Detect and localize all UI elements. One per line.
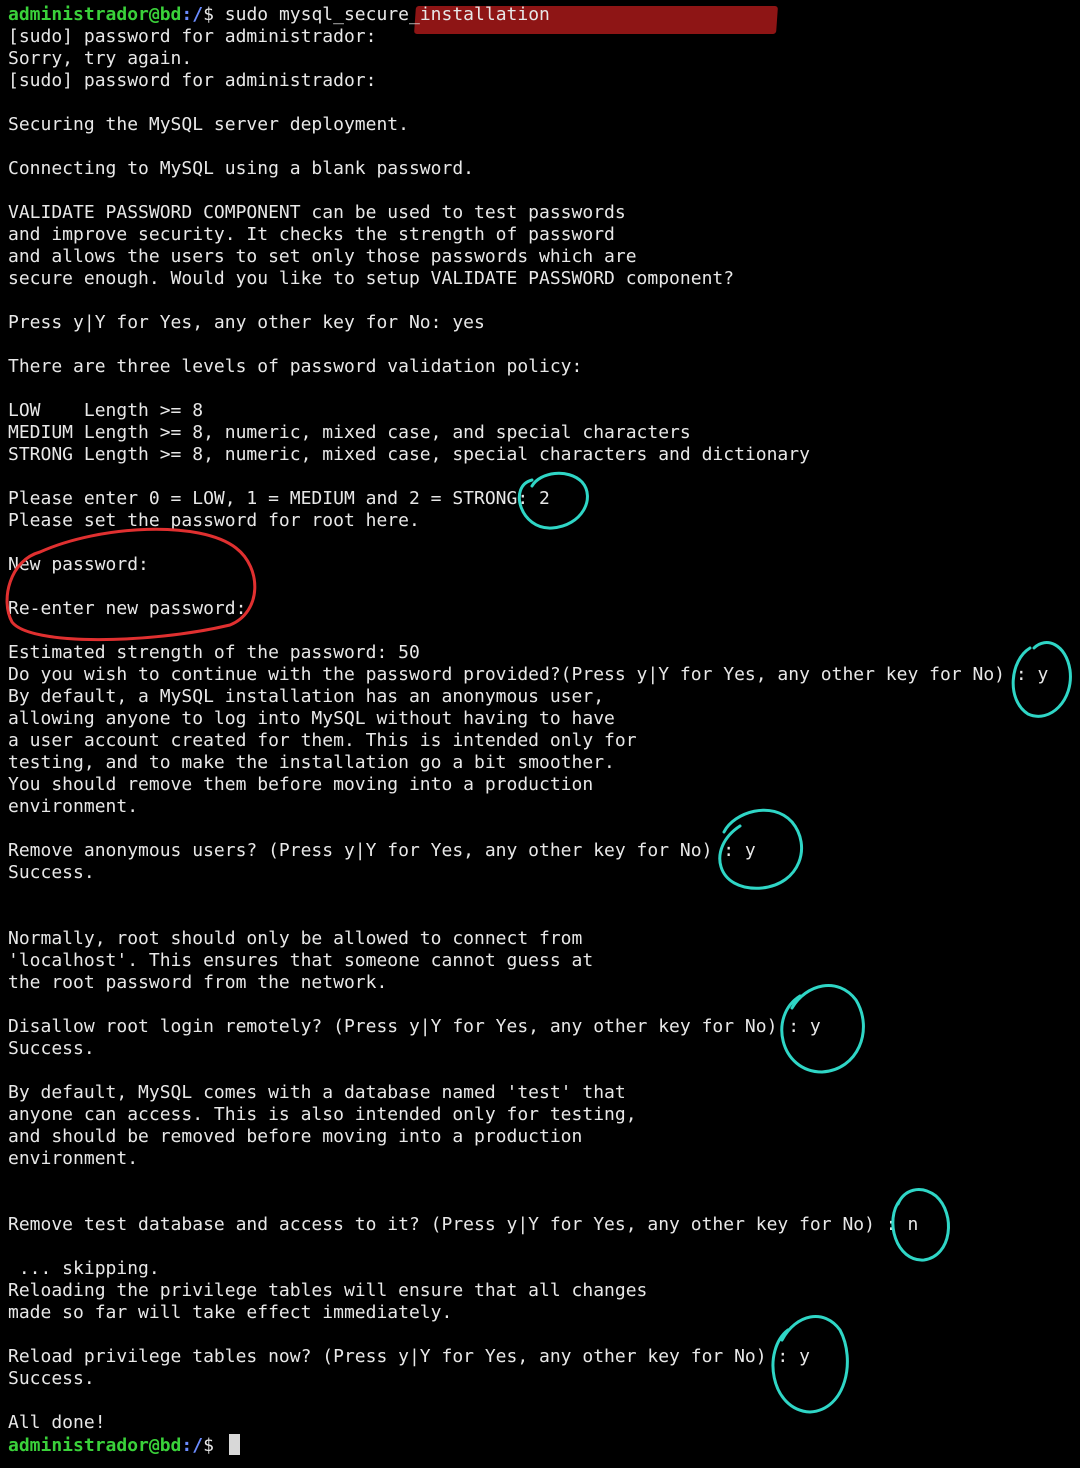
output-line: and allows the users to set only those p… [8,246,637,267]
output-line: Disallow root login remotely? (Press y|Y… [8,1016,821,1037]
output-line: and should be removed before moving into… [8,1126,583,1147]
entered-command: sudo mysql_secure_installation [224,4,550,25]
output-line: allowing anyone to log into MySQL withou… [8,708,615,729]
output-line: the root password from the network. [8,972,388,993]
output-line: secure enough. Would you like to setup V… [8,268,735,289]
output-line: There are three levels of password valid… [8,356,583,377]
output-line: Securing the MySQL server deployment. [8,114,409,135]
output-line: Please enter 0 = LOW, 1 = MEDIUM and 2 =… [8,488,550,509]
output-line: Connecting to MySQL using a blank passwo… [8,158,474,179]
prompt-user-host: administrador@bd [8,4,182,25]
final-prompt-line[interactable]: administrador@bd:/$ [8,1434,1080,1456]
command-line: administrador@bd:/$ sudo mysql_secure_in… [8,4,1080,34]
output-line: By default, MySQL comes with a database … [8,1082,626,1103]
output-line: Estimated strength of the password: 50 [8,642,420,663]
output-line: By default, a MySQL installation has an … [8,686,605,707]
prompt-symbol: $ [203,1435,225,1456]
output-line: LOW Length >= 8 [8,400,204,421]
output-line: Normally, root should only be allowed to… [8,928,583,949]
output-line: a user account created for them. This is… [8,730,637,751]
terminal-output: administrador@bd:/$ sudo mysql_secure_in… [8,4,1080,1456]
output-line: Success. [8,862,95,883]
prompt-symbol: $ [203,4,225,25]
output-line: Sorry, try again. [8,48,193,69]
prompt-user-host: administrador@bd [8,1435,182,1456]
output-line: Success. [8,1368,95,1389]
output-line: STRONG Length >= 8, numeric, mixed case,… [8,444,810,465]
output-line: MEDIUM Length >= 8, numeric, mixed case,… [8,422,691,443]
output-line: Remove anonymous users? (Press y|Y for Y… [8,840,756,861]
output-line: [sudo] password for administrador: [8,70,377,91]
text-cursor [228,1434,240,1455]
prompt-path: :/ [181,4,204,25]
output-line: testing, and to make the installation go… [8,752,615,773]
output-line: Press y|Y for Yes, any other key for No:… [8,312,485,333]
output-line: Reloading the privilege tables will ensu… [8,1280,648,1301]
output-line: Success. [8,1038,95,1059]
output-line: Re-enter new password: [8,598,247,619]
output-line: Reload privilege tables now? (Press y|Y … [8,1346,810,1367]
output-line: New password: [8,554,149,575]
output-line: anyone can access. This is also intended… [8,1104,637,1125]
output-line: You should remove them before moving int… [8,774,594,795]
output-line: and improve security. It checks the stre… [8,224,615,245]
prompt-path: :/ [181,1435,204,1456]
output-line: made so far will take effect immediately… [8,1302,453,1323]
output-line: Do you wish to continue with the passwor… [8,664,1049,685]
output-line: Please set the password for root here. [8,510,420,531]
output-line: ... skipping. [8,1258,160,1279]
output-line: environment. [8,1148,139,1169]
output-line: 'localhost'. This ensures that someone c… [8,950,594,971]
output-line: All done! [8,1412,106,1433]
output-line: environment. [8,796,139,817]
output-line: VALIDATE PASSWORD COMPONENT can be used … [8,202,626,223]
output-line: Remove test database and access to it? (… [8,1214,919,1235]
